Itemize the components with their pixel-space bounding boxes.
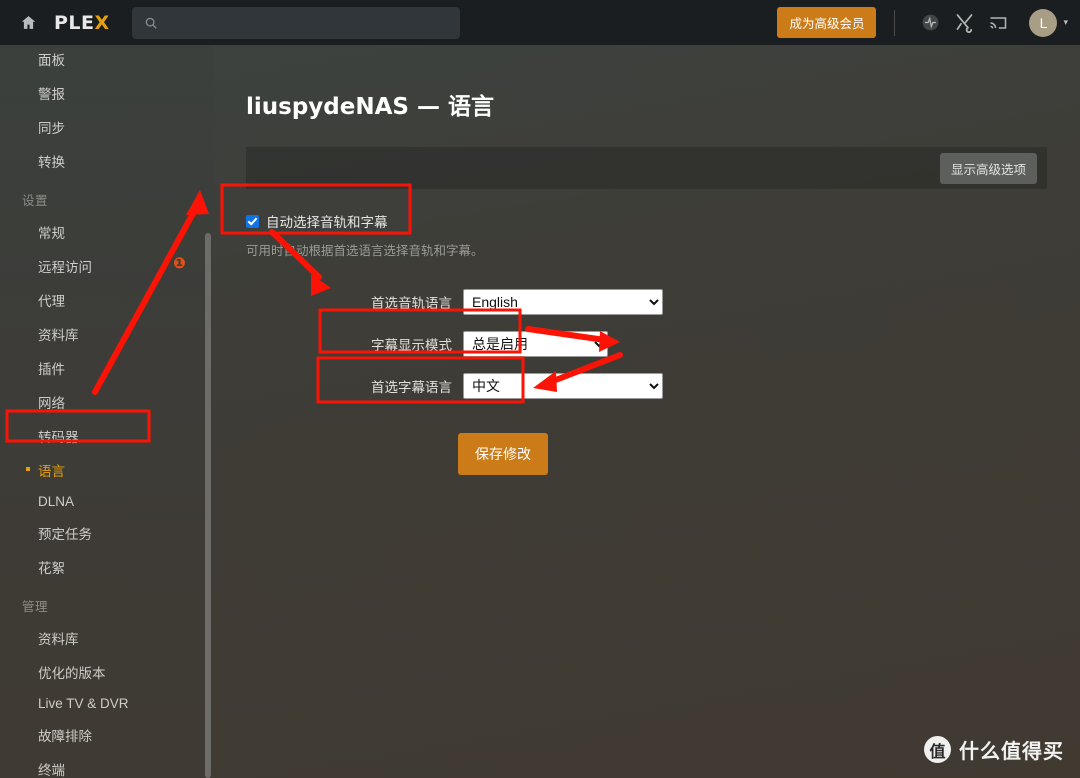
cast-icon[interactable] — [981, 8, 1015, 38]
home-icon[interactable] — [16, 11, 40, 35]
form-select-首选字幕语言[interactable]: 中文 — [463, 373, 663, 399]
top-header: PLEX 成为高级会员 L ▾ — [0, 0, 1080, 45]
watermark: 值 什么值得买 — [924, 735, 1064, 764]
auto-select-label[interactable]: 自动选择音轨和字幕 — [266, 211, 388, 231]
chevron-down-icon[interactable]: ▾ — [1063, 17, 1068, 28]
sidebar-item-转码器[interactable]: 转码器 — [0, 419, 213, 453]
form-select-字幕显示模式[interactable]: 总是启用 — [463, 331, 608, 357]
form-label-字幕显示模式: 字幕显示模式 — [371, 338, 452, 353]
sidebar-item-面板[interactable]: 面板 — [0, 45, 213, 76]
form-select-首选音轨语言[interactable]: English — [463, 289, 663, 315]
sidebar-item-远程访问[interactable]: 远程访问 — [0, 249, 213, 283]
show-advanced-button[interactable]: 显示高级选项 — [939, 152, 1037, 184]
avatar[interactable]: L — [1029, 8, 1058, 37]
sidebar-item-资料库[interactable]: 资料库 — [0, 621, 213, 655]
brand-accent: X — [94, 11, 110, 34]
sidebar-item-资料库[interactable]: 资料库 — [0, 317, 213, 351]
auto-select-checkbox[interactable] — [246, 214, 259, 228]
main-content: liuspydeNAS — 语言 显示高级选项 自动选择音轨和字幕 可用时自动根… — [213, 45, 1080, 778]
advanced-options-bar: 显示高级选项 — [246, 147, 1047, 189]
search-icon — [144, 16, 158, 30]
sidebar-scrollbar[interactable] — [205, 233, 211, 778]
sidebar-item-Live TV & DVR[interactable]: Live TV & DVR — [0, 689, 213, 718]
sidebar-item-花絮[interactable]: 花絮 — [0, 550, 213, 584]
header-actions: 成为高级会员 L ▾ — [777, 0, 1068, 45]
sidebar-item-转换[interactable]: 转换 — [0, 144, 213, 178]
search-input[interactable] — [157, 15, 460, 30]
plex-settings-screen: PLEX 成为高级会员 L ▾ 面板 警报 同步 转换 设置 常规 远程访问 代… — [0, 0, 1080, 778]
sidebar-item-DLNA[interactable]: DLNA — [0, 487, 213, 516]
brand-text: PLE — [54, 11, 95, 34]
sidebar-section-管理: 管理 — [22, 600, 49, 614]
sidebar-item-终端[interactable]: 终端 — [0, 752, 213, 778]
form-row-字幕显示模式: 字幕显示模式 总是启用 — [213, 323, 1080, 365]
form-label-首选字幕语言: 首选字幕语言 — [371, 380, 452, 395]
tools-icon[interactable] — [947, 8, 981, 38]
form-row-首选音轨语言: 首选音轨语言 English — [213, 281, 1080, 323]
watermark-text: 什么值得买 — [959, 741, 1064, 763]
page-title: liuspydeNAS — 语言 — [246, 94, 494, 120]
form-label-首选音轨语言: 首选音轨语言 — [371, 296, 452, 311]
search-bar[interactable] — [131, 6, 460, 39]
form-row-首选字幕语言: 首选字幕语言 中文 — [213, 365, 1080, 407]
sidebar-item-预定任务[interactable]: 预定任务 — [0, 516, 213, 550]
watermark-logo: 值 — [924, 736, 951, 763]
sidebar-scroll-content: 面板 警报 同步 转换 设置 常规 远程访问 代理 资料库 插件 网络 转码器 语言 DLNA 预定任务 花絮… — [0, 45, 213, 778]
sidebar-item-同步[interactable]: 同步 — [0, 110, 213, 144]
sidebar-item-插件[interactable]: 插件 — [0, 351, 213, 385]
sidebar-item-网络[interactable]: 网络 — [0, 385, 213, 419]
sidebar-item-常规[interactable]: 常规 — [0, 215, 213, 249]
premium-button[interactable]: 成为高级会员 — [777, 7, 877, 38]
header-divider — [894, 9, 896, 36]
sidebar: 面板 警报 同步 转换 设置 常规 远程访问 代理 资料库 插件 网络 转码器 语言 DLNA 预定任务 花絮… — [0, 45, 213, 778]
auto-select-row: 自动选择音轨和字幕 — [246, 211, 1080, 231]
sidebar-item-优化的版本[interactable]: 优化的版本 — [0, 655, 213, 689]
auto-select-hint: 可用时自动根据首选语言选择音轨和字幕。 — [246, 244, 484, 258]
sidebar-item-代理[interactable]: 代理 — [0, 283, 213, 317]
plex-logo[interactable]: PLEX — [54, 12, 110, 34]
activity-icon[interactable] — [913, 8, 947, 38]
save-button[interactable]: 保存修改 — [458, 433, 548, 475]
sidebar-item-警报[interactable]: 警报 — [0, 76, 213, 110]
sidebar-item-语言[interactable]: 语言 — [0, 453, 213, 487]
language-form: 首选音轨语言 English 字幕显示模式 总是启用 首选字幕语言 中文 — [213, 281, 1080, 407]
sidebar-section-设置: 设置 — [22, 194, 49, 208]
sidebar-item-故障排除[interactable]: 故障排除 — [0, 718, 213, 752]
